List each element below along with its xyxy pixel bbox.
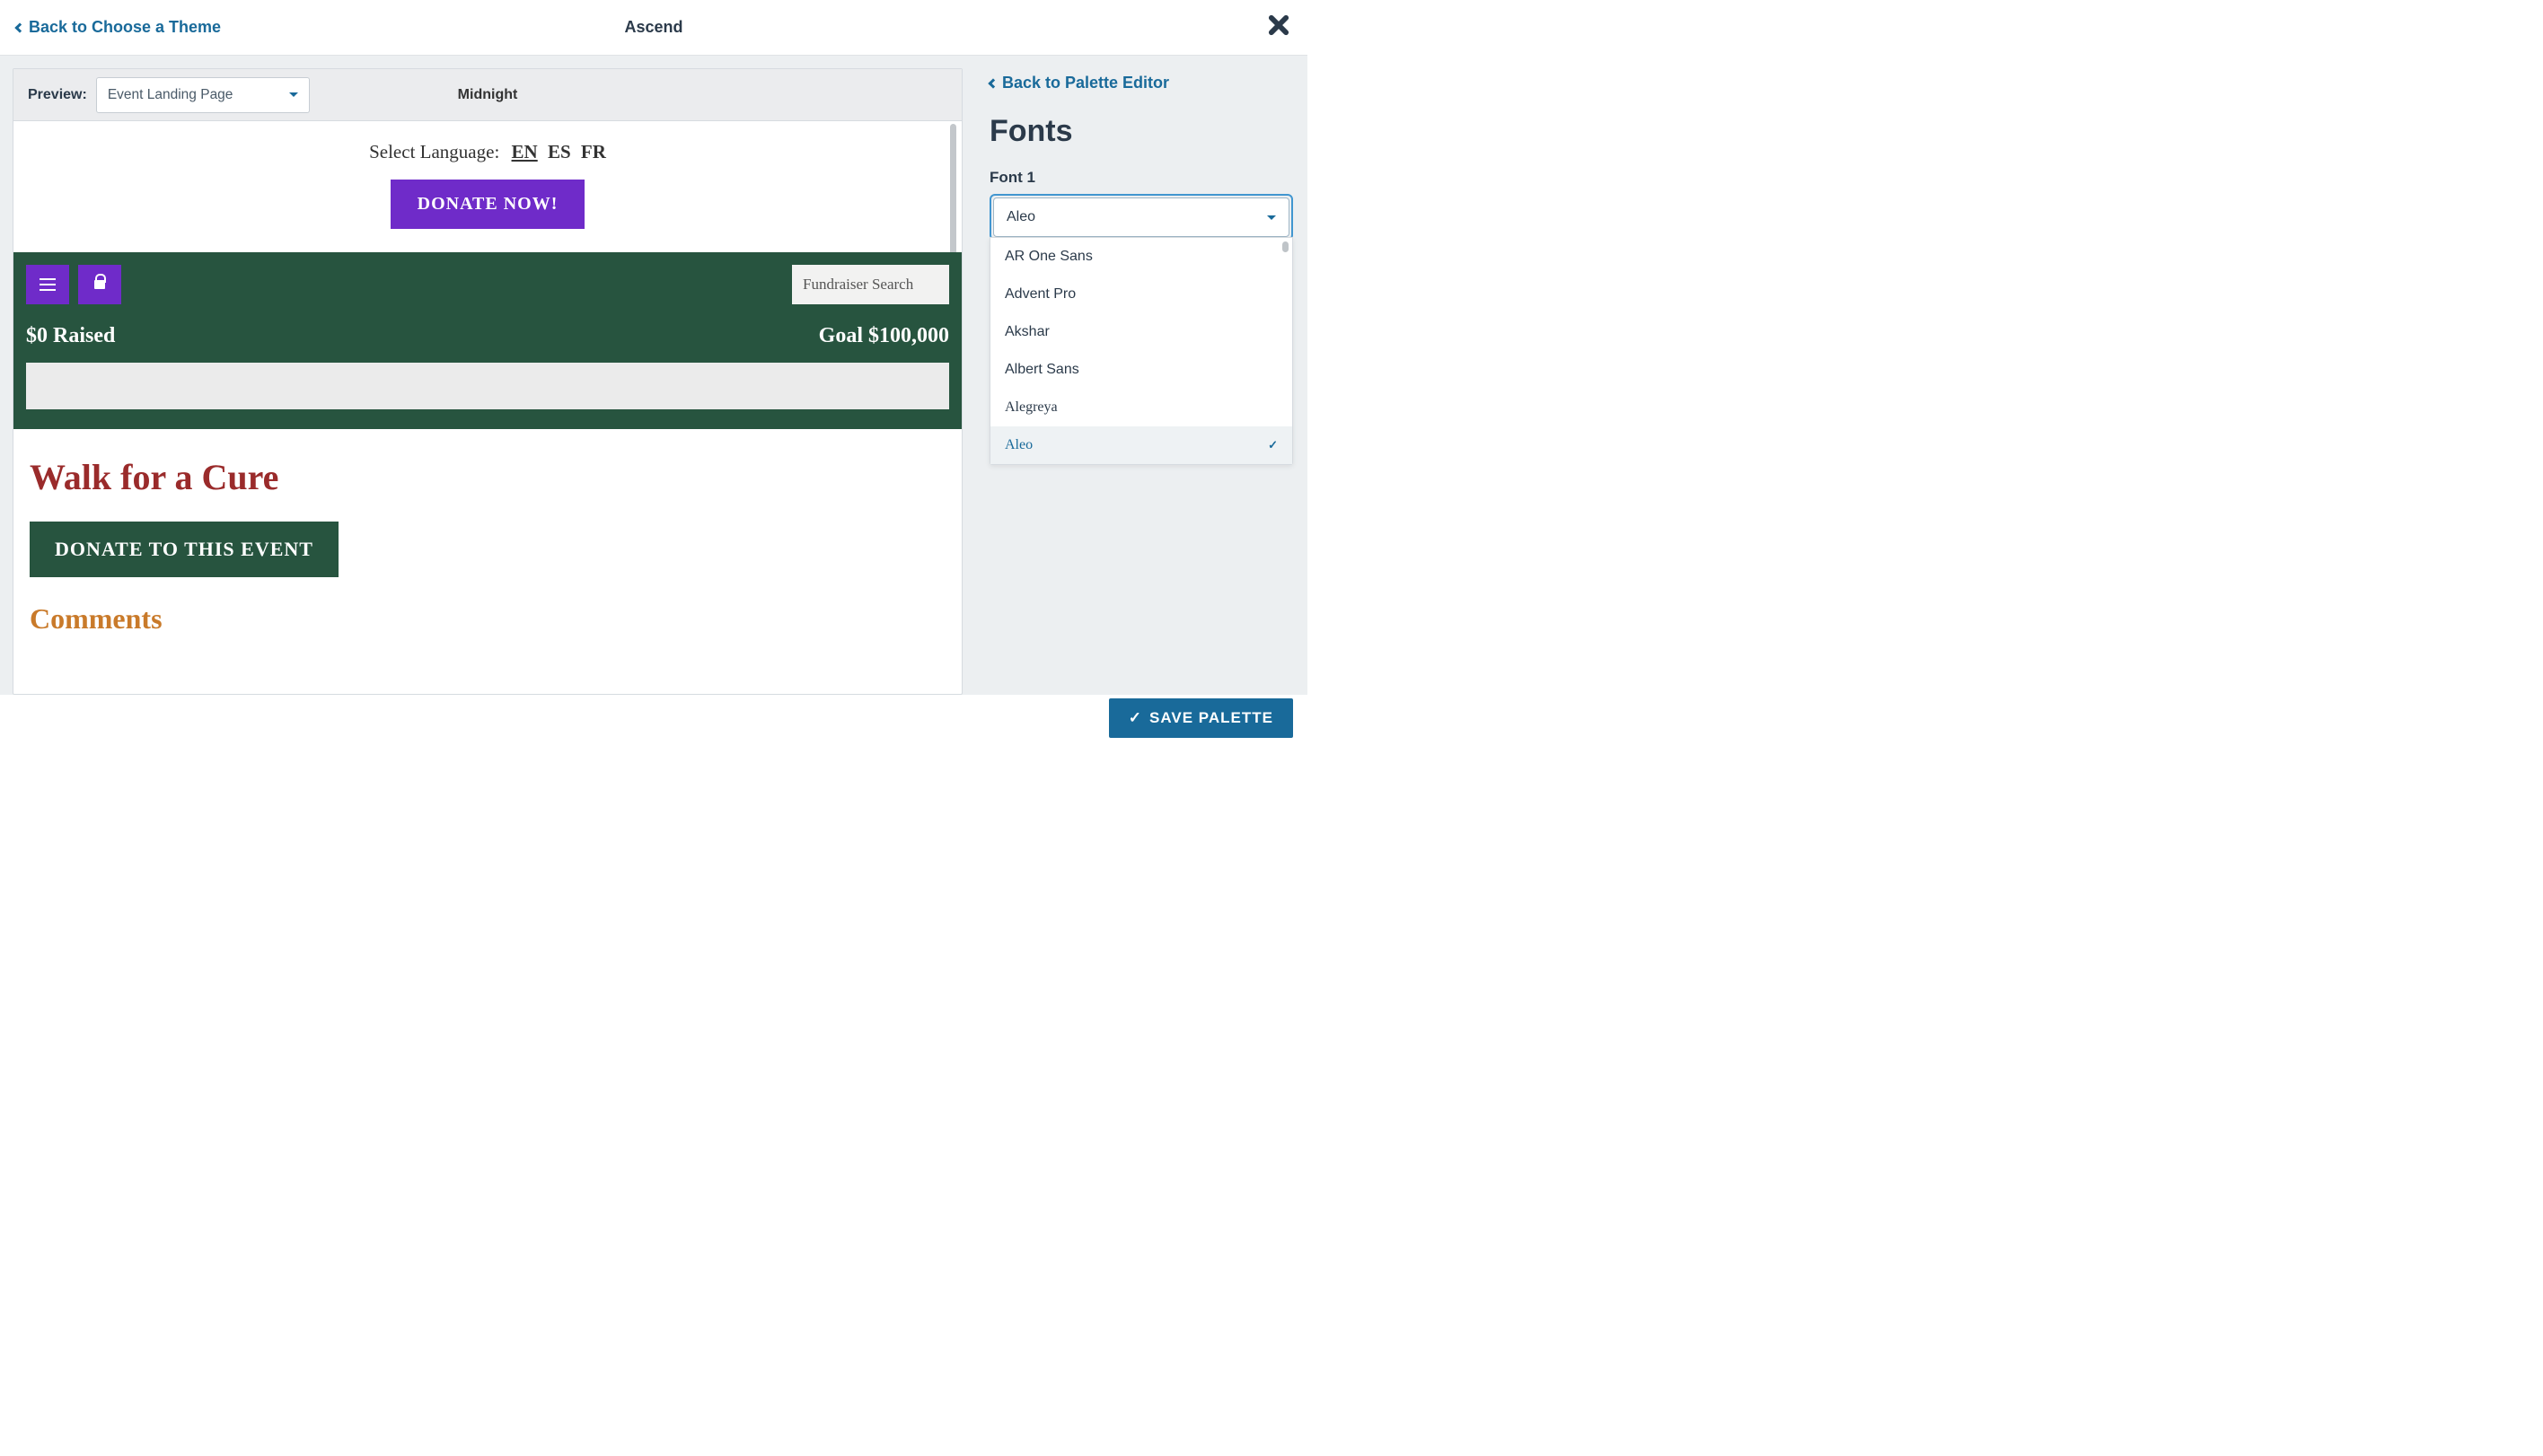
donate-now-wrap: DONATE NOW! (13, 180, 962, 229)
language-label: Select Language: (369, 141, 499, 162)
theme-name: Midnight (458, 87, 518, 103)
preview-label: Preview: (28, 87, 87, 103)
banner-top-row: Fundraiser Search (26, 265, 949, 304)
check-icon (1129, 709, 1142, 727)
back-to-theme-label: Back to Choose a Theme (29, 18, 221, 37)
preview-panel: Preview: Event Landing Page Midnight Sel… (13, 68, 963, 695)
hamburger-icon (40, 278, 56, 291)
raised-amount: $0 Raised (26, 324, 115, 348)
save-palette-button[interactable]: SAVE PALETTE (1109, 698, 1293, 738)
comments-heading: Comments (30, 602, 946, 636)
chevron-left-icon (988, 78, 998, 88)
back-to-theme-link[interactable]: Back to Choose a Theme (16, 18, 221, 37)
font1-dropdown: AR One Sans Advent Pro Akshar Albert Sans Al… (990, 237, 1293, 465)
check-icon (1268, 438, 1278, 452)
font-option-label: Alegreya (1005, 399, 1058, 416)
bottom-bar: SAVE PALETTE (0, 695, 1307, 741)
language-en[interactable]: EN (512, 141, 538, 162)
language-es[interactable]: ES (548, 141, 571, 162)
save-palette-label: SAVE PALETTE (1149, 709, 1273, 727)
fonts-heading: Fonts (990, 114, 1293, 149)
font1-select-value: Aleo (1007, 209, 1035, 225)
page-title: Ascend (624, 18, 682, 37)
font1-select-wrap: Aleo AR One SansAdvent ProAksharAlbert S… (990, 194, 1293, 241)
right-panel: Back to Palette Editor Fonts Font 1 Aleo… (975, 56, 1307, 695)
donate-to-event-button[interactable]: DONATE TO THIS EVENT (30, 522, 339, 577)
preview-header: Preview: Event Landing Page Midnight (13, 69, 962, 121)
font-option[interactable]: Advent Pro (990, 276, 1292, 313)
lock-button[interactable] (78, 265, 121, 304)
close-button[interactable] (1266, 13, 1291, 42)
font-option-label: Aleo (1005, 437, 1033, 453)
progress-bar (26, 363, 949, 409)
back-to-palette-label: Back to Palette Editor (1002, 74, 1169, 92)
fundraiser-search-placeholder: Fundraiser Search (803, 276, 913, 294)
preview-select-value: Event Landing Page (108, 87, 233, 103)
font-option-label: Advent Pro (1005, 286, 1076, 303)
donate-now-button[interactable]: DONATE NOW! (391, 180, 585, 229)
fundraiser-banner: Fundraiser Search $0 Raised Goal $100,00… (13, 252, 962, 429)
lock-icon (94, 280, 105, 289)
font-option[interactable]: Albert Sans (990, 351, 1292, 389)
close-icon (1266, 13, 1291, 38)
font1-label: Font 1 (990, 169, 1293, 187)
caret-down-icon (1267, 215, 1276, 220)
chevron-left-icon (14, 22, 24, 32)
preview-body: Select Language: EN ES FR DONATE NOW! (13, 121, 962, 694)
preview-page-select[interactable]: Event Landing Page (96, 77, 310, 113)
font-option[interactable]: Aleo (990, 426, 1292, 464)
fundraiser-search-input[interactable]: Fundraiser Search (792, 265, 949, 304)
event-section: Walk for a Cure DONATE TO THIS EVENT Com… (13, 429, 962, 645)
language-fr[interactable]: FR (581, 141, 606, 162)
goal-amount: Goal $100,000 (819, 324, 949, 348)
dropdown-scrollbar[interactable] (1282, 241, 1289, 252)
top-bar: Back to Choose a Theme Ascend (0, 0, 1307, 56)
main-area: Preview: Event Landing Page Midnight Sel… (0, 56, 1307, 695)
font1-select-focus-ring: Aleo (990, 194, 1293, 241)
font-option[interactable]: Akshar (990, 313, 1292, 351)
font-option-label: Albert Sans (1005, 362, 1079, 378)
menu-button[interactable] (26, 265, 69, 304)
font-option-label: AR One Sans (1005, 249, 1093, 265)
event-title: Walk for a Cure (30, 456, 946, 498)
language-row: Select Language: EN ES FR (13, 121, 962, 180)
font-option[interactable]: Alegreya (990, 389, 1292, 426)
font1-select[interactable]: Aleo (993, 197, 1289, 237)
raised-goal-row: $0 Raised Goal $100,000 (26, 324, 949, 348)
font-option-label: Akshar (1005, 324, 1050, 340)
back-to-palette-link[interactable]: Back to Palette Editor (990, 74, 1293, 92)
caret-down-icon (289, 92, 298, 97)
banner-icon-buttons (26, 265, 121, 304)
font-option[interactable]: AR One Sans (990, 238, 1292, 276)
